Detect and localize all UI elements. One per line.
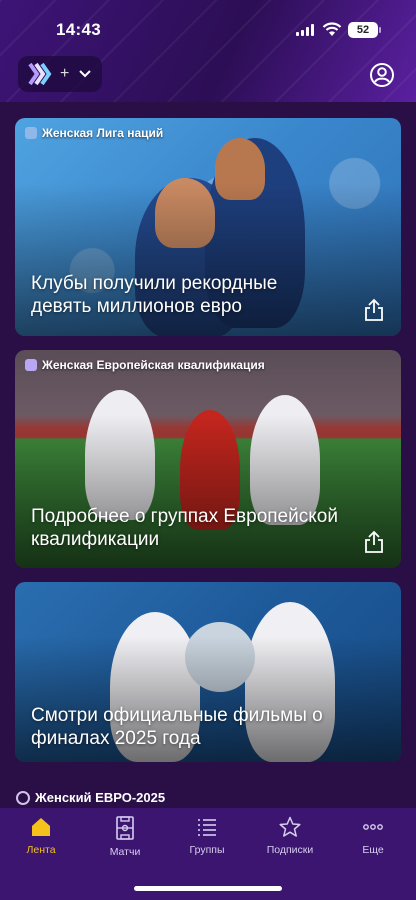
home-icon — [32, 818, 50, 836]
tab-label: Лента — [26, 844, 56, 856]
news-card[interactable]: Женская Европейская квалификация Подробн… — [15, 350, 401, 568]
chevron-down-icon — [79, 70, 92, 78]
nations-league-icon — [25, 127, 37, 139]
app-switcher-button[interactable]: + — [18, 56, 102, 92]
card-headline: Подробнее о группах Европейской квалифик… — [31, 506, 338, 550]
card-headline: Клубы получили рекордные девять миллионо… — [31, 273, 278, 317]
tab-more[interactable]: Еще — [338, 816, 408, 856]
profile-icon[interactable] — [369, 62, 395, 88]
news-card[interactable]: Смотри официальные фильмы о финалах 2025… — [15, 582, 401, 762]
uefa-logo-icon — [28, 62, 52, 86]
european-qualifiers-icon — [25, 359, 37, 371]
switcher-plus: + — [60, 65, 70, 82]
home-indicator — [134, 886, 282, 891]
list-icon — [198, 819, 216, 836]
share-icon[interactable] — [363, 298, 385, 322]
euro-2025-icon — [16, 790, 30, 805]
tab-label: Группы — [189, 844, 225, 856]
tab-label: Матчи — [109, 846, 141, 858]
more-icon — [363, 824, 383, 830]
tab-groups[interactable]: Группы — [172, 816, 242, 856]
share-icon[interactable] — [363, 530, 385, 554]
tab-label: Еще — [362, 844, 384, 856]
card-tag-label: Женская Европейская квалификация — [42, 358, 265, 372]
pitch-icon — [116, 816, 134, 840]
tab-feed[interactable]: Лента — [6, 816, 76, 856]
card-tag: Женская Лига наций — [25, 126, 163, 140]
status-time: 14:43 — [56, 20, 101, 39]
section-label: Женский ЕВРО-2025 — [16, 790, 165, 805]
card-tag-label: Женская Лига наций — [42, 126, 164, 140]
battery-indicator: 52 — [348, 22, 381, 38]
news-feed[interactable]: Женская Лига наций Клубы получили рекорд… — [0, 102, 416, 808]
card-headline: Смотри официальные фильмы о финалах 2025… — [31, 705, 323, 749]
star-icon — [279, 816, 301, 837]
tab-subscriptions[interactable]: Подписки — [255, 816, 325, 856]
tab-label: Подписки — [266, 844, 314, 856]
cellular-signal-icon — [296, 24, 316, 36]
tab-matches[interactable]: Матчи — [90, 816, 160, 858]
wifi-icon — [322, 22, 342, 36]
news-card[interactable]: Женская Лига наций Клубы получили рекорд… — [15, 118, 401, 336]
section-label-text: Женский ЕВРО-2025 — [35, 790, 166, 805]
card-tag: Женская Европейская квалификация — [25, 358, 265, 372]
